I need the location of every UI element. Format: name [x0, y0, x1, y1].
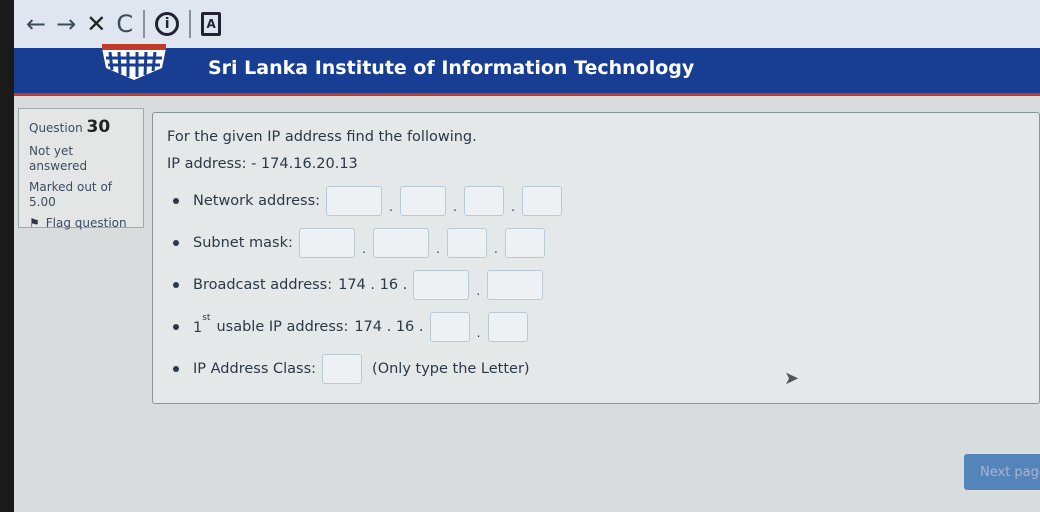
first-usable-row: 1st usable IP address: 174 . 16 . . [173, 311, 528, 343]
refresh-icon[interactable]: C [116, 12, 133, 36]
dot: . [511, 200, 515, 214]
broadcast-octet-3-input[interactable] [413, 270, 470, 300]
flag-question-link[interactable]: ⚑ Flag question [29, 216, 133, 231]
ip-class-row: IP Address Class: (Only type the Letter) [173, 353, 536, 385]
dot: . [389, 200, 393, 214]
broadcast-address-row: Broadcast address: 174 . 16 . . [173, 269, 544, 301]
marked-label: Marked out of [29, 180, 113, 195]
back-arrow-icon[interactable]: ← [26, 12, 46, 36]
network-octet-4-input[interactable] [522, 186, 563, 216]
toolbar-separator [143, 10, 146, 38]
network-address-label: Network address: [193, 193, 321, 209]
subnet-octet-1-input[interactable] [298, 228, 355, 258]
flag-icon: ⚑ [29, 216, 40, 231]
close-icon[interactable]: ✕ [86, 12, 106, 36]
bullet [173, 198, 179, 204]
bullet [173, 366, 179, 372]
ordinal-number: 1 [193, 319, 203, 336]
first-usable-octet-3-input[interactable] [429, 312, 470, 342]
question-score: 5.00 [29, 195, 56, 210]
network-octet-3-input[interactable] [464, 186, 505, 216]
broadcast-address-label: Broadcast address: [193, 277, 333, 293]
subnet-mask-row: Subnet mask: . . . [173, 227, 545, 259]
site-title[interactable]: Sri Lanka Institute of Information Techn… [208, 57, 694, 79]
question-intro: For the given IP address find the follow… [167, 129, 477, 145]
bullet [173, 282, 179, 288]
first-usable-octet-4-input[interactable] [487, 312, 528, 342]
next-page-button[interactable]: Next page [964, 454, 1040, 490]
bullet [173, 324, 179, 330]
info-icon[interactable]: i [155, 12, 180, 36]
browser-toolbar: ← → ✕ C i A [14, 0, 1040, 48]
dot: . [476, 284, 481, 298]
dot: . [493, 242, 498, 256]
ip-class-label: IP Address Class: [193, 361, 317, 377]
flag-label: Flag question [45, 216, 127, 231]
first-usable-label-wrap: 1st [193, 313, 210, 336]
question-status: Not yet answered [29, 144, 88, 174]
subnet-octet-4-input[interactable] [504, 228, 545, 258]
first-usable-label: usable IP address: [216, 319, 349, 335]
site-banner: Sri Lanka Institute of Information Techn… [14, 44, 1040, 96]
dot: . [435, 242, 440, 256]
broadcast-octet-4-input[interactable] [487, 270, 544, 300]
subnet-mask-label: Subnet mask: [193, 235, 293, 251]
subnet-octet-2-input[interactable] [372, 228, 429, 258]
question-info-panel: Question 30 Not yet answered Marked out … [18, 108, 144, 231]
subnet-octet-3-input[interactable] [446, 228, 487, 258]
sliit-logo [102, 44, 166, 80]
ip-class-hint: (Only type the Letter) [372, 361, 530, 377]
mouse-cursor-icon: ➤ [784, 368, 800, 389]
dot: . [453, 200, 457, 214]
toolbar-separator [189, 10, 192, 38]
network-octet-1-input[interactable] [326, 186, 383, 216]
dot: . [361, 242, 366, 256]
ordinal-suffix: st [202, 312, 211, 323]
ip-address-line: IP address: - 174.16.20.13 [167, 156, 358, 172]
question-number: 30 [86, 117, 111, 137]
network-address-row: Network address: . . . [173, 185, 563, 217]
network-octet-2-input[interactable] [400, 186, 447, 216]
question-label: Question [29, 121, 83, 135]
first-usable-prefix: 174 . 16 . [354, 319, 424, 335]
broadcast-prefix: 174 . 16 . [338, 277, 408, 293]
reader-icon[interactable]: A [201, 12, 222, 36]
screen: ← → ✕ C i A Sri Lanka Institute of Infor… [14, 0, 1040, 512]
forward-arrow-icon[interactable]: → [56, 12, 76, 36]
dot: . [476, 326, 481, 340]
bullet [173, 240, 179, 246]
ip-class-input[interactable] [322, 354, 363, 384]
question-content: For the given IP address find the follow… [152, 112, 1040, 404]
